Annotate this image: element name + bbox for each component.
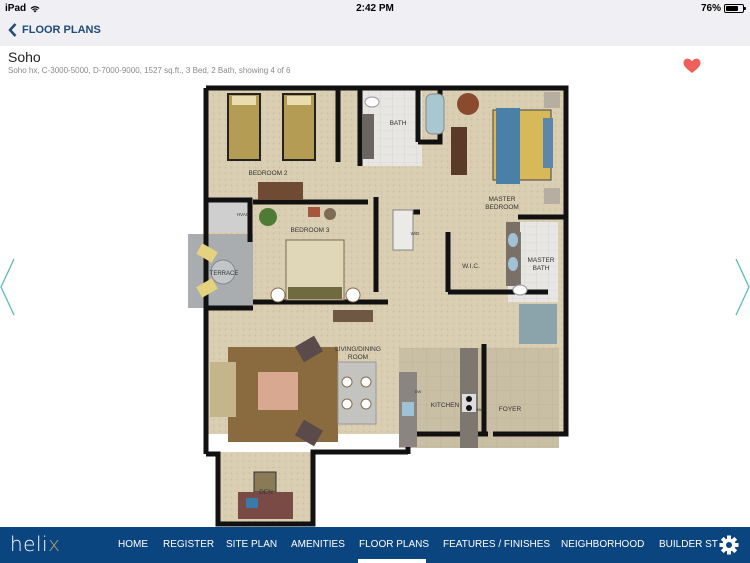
back-button-label: FLOOR PLANS bbox=[22, 24, 101, 36]
room-label-living-1: LIVING/DINING bbox=[335, 346, 381, 353]
tab-site-plan[interactable]: SITE PLAN bbox=[226, 539, 277, 550]
room-label-terrace: TERRACE bbox=[210, 271, 239, 277]
battery-fill bbox=[726, 6, 739, 11]
room-label-den: DEN bbox=[259, 489, 273, 496]
helix-logo: helix bbox=[10, 532, 60, 556]
room-label-wd: W/D bbox=[411, 231, 420, 236]
floor-plan-image[interactable]: BEDROOM 2 BATH MASTER BEDROOM BEDROOM 3 … bbox=[188, 82, 578, 527]
navigation-bar: FLOOR PLANS bbox=[0, 18, 750, 46]
battery-percent: 76% bbox=[700, 3, 721, 14]
plan-header: Soho Soho hx, C-3000-5000, D-7000-9000, … bbox=[0, 46, 750, 82]
tab-home[interactable]: HOME bbox=[118, 539, 148, 550]
tab-amenities[interactable]: AMENITIES bbox=[291, 539, 345, 550]
plan-subtitle: Soho hx, C-3000-5000, D-7000-9000, 1527 … bbox=[8, 66, 291, 75]
gear-icon[interactable] bbox=[719, 535, 739, 555]
favorite-heart-icon[interactable] bbox=[683, 58, 701, 74]
room-label-wic: W.I.C. bbox=[462, 263, 480, 270]
active-tab-indicator bbox=[358, 559, 426, 563]
battery-icon bbox=[724, 4, 746, 13]
room-label-living-2: ROOM bbox=[348, 354, 368, 361]
back-button[interactable]: FLOOR PLANS bbox=[8, 23, 101, 37]
logo-text: heli bbox=[10, 532, 49, 556]
room-label-hvac: HVAC bbox=[237, 212, 250, 217]
room-label-kitchen: KITCHEN bbox=[431, 402, 460, 409]
next-plan-arrow-icon[interactable] bbox=[730, 258, 750, 316]
appliance-label-dw: DW bbox=[415, 389, 422, 394]
room-label-master-bath-2: BATH bbox=[533, 265, 550, 272]
status-bar: iPad 2:42 PM 76% bbox=[0, 0, 750, 18]
chevron-left-icon bbox=[8, 23, 17, 37]
room-label-master-bath-1: MASTER bbox=[527, 257, 554, 264]
tab-builder-story[interactable]: BUILDER ST bbox=[659, 539, 718, 550]
appliance-label-mw: MW bbox=[476, 407, 483, 412]
tab-floor-plans[interactable]: FLOOR PLANS bbox=[359, 539, 429, 550]
previous-plan-arrow-icon[interactable] bbox=[0, 258, 20, 316]
room-label-foyer: FOYER bbox=[499, 406, 522, 413]
room-label-master-bedroom-1: MASTER bbox=[488, 196, 515, 203]
tab-register[interactable]: REGISTER bbox=[163, 539, 214, 550]
bottom-tab-bar: helix HOME REGISTER SITE PLAN AMENITIES … bbox=[0, 527, 750, 563]
tab-features-finishes[interactable]: FEATURES / FINISHES bbox=[443, 539, 550, 550]
plan-title: Soho bbox=[8, 49, 41, 65]
logo-accent: x bbox=[48, 532, 61, 556]
room-label-bath: BATH bbox=[390, 120, 407, 127]
clock: 2:42 PM bbox=[356, 3, 394, 14]
room-label-bedroom2: BEDROOM 2 bbox=[248, 170, 287, 177]
tab-neighborhood[interactable]: NEIGHBORHOOD bbox=[561, 539, 644, 550]
room-label-master-bedroom-2: BEDROOM bbox=[485, 204, 519, 211]
room-label-bedroom3: BEDROOM 3 bbox=[290, 227, 329, 234]
